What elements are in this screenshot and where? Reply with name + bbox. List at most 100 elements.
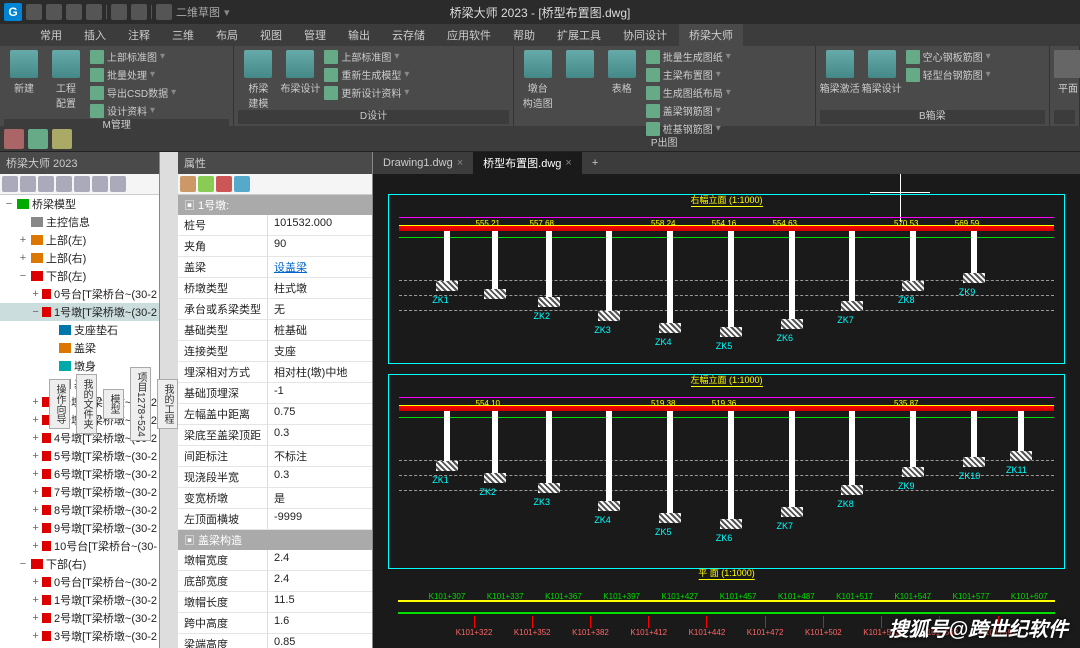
tree-node[interactable]: +1号墩[T梁桥墩~(30-2: [0, 591, 159, 609]
ribbon-big-button[interactable]: 新建: [4, 48, 44, 119]
tree-node[interactable]: +10号台[T梁桥台~(30-: [0, 537, 159, 555]
ribbon-big-button[interactable]: 桥梁建模: [238, 48, 278, 110]
prop-tool-icon[interactable]: [234, 176, 250, 192]
qat-mode-label[interactable]: 二维草图: [176, 4, 220, 20]
menu-tab[interactable]: 输出: [338, 24, 380, 46]
tree-node[interactable]: +8号墩[T梁桥墩~(30-2: [0, 501, 159, 519]
menu-tab[interactable]: 应用软件: [437, 24, 501, 46]
tree-node[interactable]: +5号墩[T梁桥墩~(30-2: [0, 447, 159, 465]
property-row[interactable]: 基础顶埋深-1: [178, 383, 372, 404]
qat-undo-icon[interactable]: [111, 4, 127, 20]
ribbon-button[interactable]: 桩基钢筋图▾: [644, 120, 733, 137]
ribbon-button[interactable]: 更新设计资料▾: [322, 84, 411, 101]
tree-node[interactable]: +2号墩[T梁桥墩~(30-2: [0, 609, 159, 627]
vertical-tab[interactable]: 操作向导: [49, 379, 70, 429]
tree-node[interactable]: +9号墩[T梁桥墩~(30-2: [0, 519, 159, 537]
property-row[interactable]: 梁端高度0.85: [178, 634, 372, 648]
menu-tab[interactable]: 帮助: [503, 24, 545, 46]
property-row[interactable]: 埋深相对方式相对柱(墩)中地: [178, 362, 372, 383]
menu-tab[interactable]: 桥梁大师: [679, 24, 743, 46]
menu-tab[interactable]: 管理: [294, 24, 336, 46]
tree-node[interactable]: 主控信息: [0, 213, 159, 231]
close-icon[interactable]: ×: [457, 157, 463, 169]
property-row[interactable]: 左顶面横坡-9999: [178, 509, 372, 530]
property-row[interactable]: 桩号101532.000: [178, 215, 372, 236]
ribbon-button[interactable]: 上部标准图▾: [322, 48, 411, 65]
vertical-tab[interactable]: 我的工程: [157, 379, 178, 429]
ribbon-button[interactable]: 批量处理▾: [88, 66, 178, 83]
tree-tool-icon[interactable]: [110, 176, 126, 192]
property-row[interactable]: 现浇段半宽0.3: [178, 467, 372, 488]
property-row[interactable]: 墩帽长度11.5: [178, 592, 372, 613]
tree-tool-icon[interactable]: [20, 176, 36, 192]
property-row[interactable]: 变宽桥墩是: [178, 488, 372, 509]
menu-tab[interactable]: 插入: [74, 24, 116, 46]
ribbon-big-button[interactable]: [560, 48, 600, 137]
prop-tool-icon[interactable]: [216, 176, 232, 192]
ribbon-button[interactable]: 生成图纸布局▾: [644, 84, 733, 101]
vertical-tab[interactable]: 项目1278+524: [130, 367, 151, 442]
tree-node[interactable]: −下部(右): [0, 555, 159, 573]
property-row[interactable]: 跨中高度1.6: [178, 613, 372, 634]
tool-icon-2[interactable]: [28, 129, 48, 149]
qat-redo-icon[interactable]: [131, 4, 147, 20]
menu-tab[interactable]: 扩展工具: [547, 24, 611, 46]
file-tab[interactable]: 桥型布置图.dwg×: [473, 152, 582, 174]
ribbon-button[interactable]: 盖梁钢筋图▾: [644, 102, 733, 119]
tool-icon-1[interactable]: [4, 129, 24, 149]
ribbon-big-button[interactable]: 墩台构造图: [518, 48, 558, 137]
ribbon-big-button[interactable]: 表格: [602, 48, 642, 137]
tree-tool-icon[interactable]: [74, 176, 90, 192]
property-row[interactable]: 基础类型桩基础: [178, 320, 372, 341]
menu-tab[interactable]: 视图: [250, 24, 292, 46]
tree-tool-icon[interactable]: [92, 176, 108, 192]
tree-node[interactable]: +0号台[T梁桥台~(30-2: [0, 285, 159, 303]
qat-new-icon[interactable]: [26, 4, 42, 20]
ribbon-big-button[interactable]: 布梁设计: [280, 48, 320, 110]
ribbon-big-button[interactable]: 箱梁激活: [820, 48, 860, 110]
tree-tool-icon[interactable]: [2, 176, 18, 192]
ribbon-button[interactable]: 设计资料▾: [88, 102, 178, 119]
tree-node[interactable]: +上部(右): [0, 249, 159, 267]
prop-tool-icon[interactable]: [198, 176, 214, 192]
menu-tab[interactable]: 云存储: [382, 24, 435, 46]
menu-tab[interactable]: 常用: [30, 24, 72, 46]
tree-node[interactable]: 支座垫石: [0, 321, 159, 339]
tree-node[interactable]: 盖梁: [0, 339, 159, 357]
tree-node[interactable]: +6号墩[T梁桥墩~(30-2: [0, 465, 159, 483]
chevron-down-icon[interactable]: ▾: [224, 6, 230, 19]
property-row[interactable]: 桥墩类型柱式墩: [178, 278, 372, 299]
qat-settings-icon[interactable]: [156, 4, 172, 20]
menu-tab[interactable]: 协同设计: [613, 24, 677, 46]
vertical-tab[interactable]: 模型: [103, 389, 124, 419]
ribbon-more[interactable]: 平面: [1054, 48, 1080, 110]
property-grid[interactable]: ▣ 1号墩:桩号101532.000夹角90盖梁设盖梁桥墩类型柱式墩承台或系梁类…: [178, 195, 372, 648]
tree-node[interactable]: +0号台[T梁桥台~(30-2: [0, 573, 159, 591]
menu-tab[interactable]: 布局: [206, 24, 248, 46]
property-row[interactable]: 梁底至盖梁顶距0.3: [178, 425, 372, 446]
menu-tab[interactable]: 注释: [118, 24, 160, 46]
tree-node[interactable]: +上部(左): [0, 231, 159, 249]
tree-tool-icon[interactable]: [56, 176, 72, 192]
property-row[interactable]: 盖梁设盖梁: [178, 257, 372, 278]
ribbon-big-button[interactable]: 工程配置: [46, 48, 86, 119]
file-tab[interactable]: Drawing1.dwg×: [373, 154, 473, 172]
ribbon-big-button[interactable]: 箱梁设计: [862, 48, 902, 110]
prop-tool-icon[interactable]: [180, 176, 196, 192]
qat-save-icon[interactable]: [66, 4, 82, 20]
ribbon-button[interactable]: 上部标准图▾: [88, 48, 178, 65]
property-row[interactable]: 间距标注不标注: [178, 446, 372, 467]
tree-node[interactable]: +7号墩[T梁桥墩~(30-2: [0, 483, 159, 501]
property-row[interactable]: 左幅盖中距离0.75: [178, 404, 372, 425]
close-icon[interactable]: ×: [565, 157, 571, 169]
property-row[interactable]: 承台或系梁类型无: [178, 299, 372, 320]
ribbon-button[interactable]: 轻型台钢筋图▾: [904, 66, 993, 83]
property-row[interactable]: 夹角90: [178, 236, 372, 257]
tree-node[interactable]: −下部(左): [0, 267, 159, 285]
tool-icon-3[interactable]: [52, 129, 72, 149]
ribbon-button[interactable]: 重新生成模型▾: [322, 66, 411, 83]
ribbon-button[interactable]: 导出CSD数据▾: [88, 84, 178, 101]
tree-tool-icon[interactable]: [38, 176, 54, 192]
tree-node[interactable]: +3号墩[T梁桥墩~(30-2: [0, 627, 159, 645]
property-row[interactable]: 墩帽宽度2.4: [178, 550, 372, 571]
